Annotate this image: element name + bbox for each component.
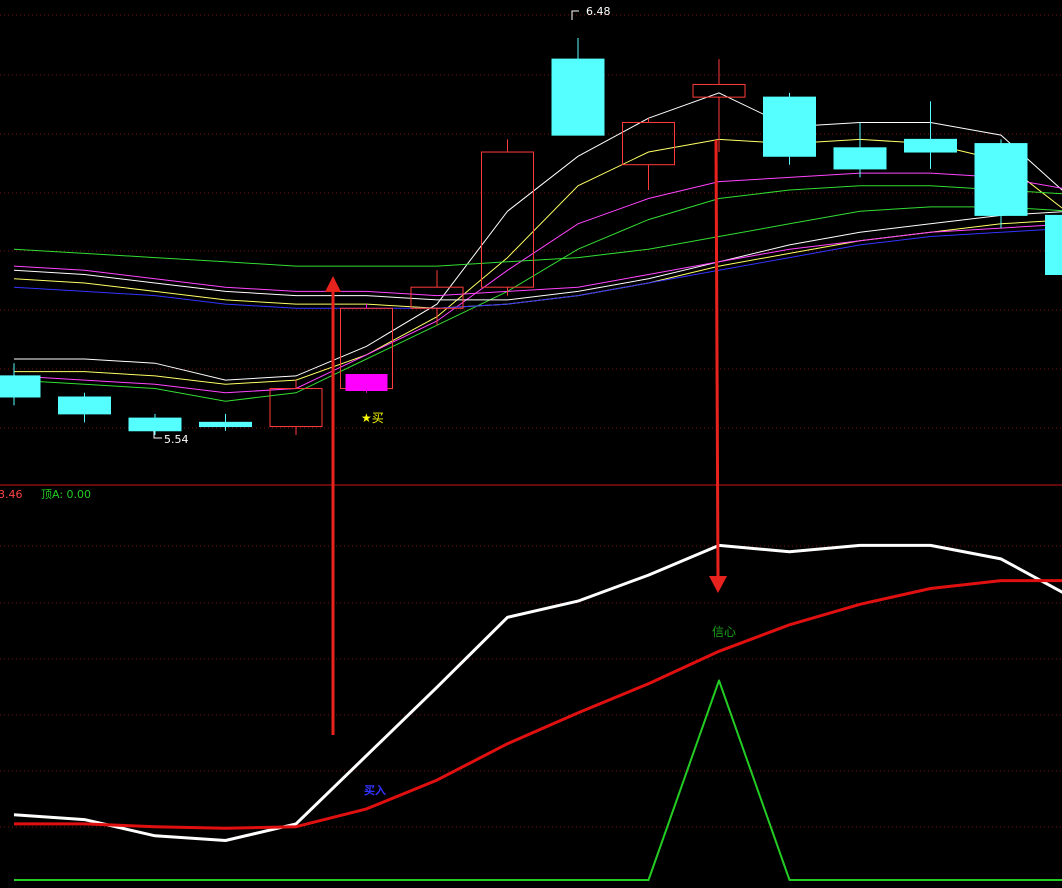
stock-chart: 6.48 5.54 ★买 3.46 顶A: 0.00 信心 买入 [0, 5, 1062, 881]
indicator-panel: 3.46 顶A: 0.00 信心 买入 [0, 488, 1062, 881]
candle-body [904, 138, 957, 153]
pointer-icon [571, 10, 579, 20]
candle-body [1045, 214, 1062, 276]
indicator-lines [13, 543, 1062, 881]
confidence-label: 信心 [712, 625, 736, 639]
candle [269, 380, 323, 435]
annotation-arrows [325, 139, 727, 735]
candle [0, 363, 41, 406]
indicator-line-red [14, 579, 1062, 830]
candle [833, 122, 887, 178]
indicator-line-green [14, 679, 1062, 881]
indicator-line-white [13, 543, 1062, 842]
buy-entry-label: 买入 [364, 784, 386, 797]
moving-average-line [13, 206, 1062, 267]
candle-body [0, 375, 41, 398]
high-price-marker: 6.48 [571, 5, 611, 20]
candle [199, 413, 252, 431]
candle-body [974, 143, 1028, 216]
low-price-label: 5.54 [164, 433, 189, 446]
moving-average-line [13, 219, 1062, 309]
candle-body [833, 147, 887, 170]
candle [551, 38, 605, 136]
low-price-marker: 5.54 [153, 431, 189, 446]
candle-body [410, 286, 464, 309]
candle-body [692, 83, 746, 98]
candle [58, 392, 111, 423]
up-arrow [325, 276, 341, 735]
candle [481, 139, 534, 296]
candle [340, 304, 393, 393]
candle-body [763, 96, 816, 157]
candle-body [481, 151, 534, 288]
candle [904, 101, 957, 169]
candle-body [622, 121, 675, 166]
candle-body [58, 396, 111, 415]
candle [763, 92, 816, 165]
candlesticks [0, 38, 1062, 435]
candle [1045, 214, 1062, 276]
moving-average-line [13, 172, 1062, 394]
candle [974, 139, 1028, 229]
signal-candle-fill [345, 374, 388, 391]
indicator-value-label: 3.46 [0, 488, 23, 501]
down-arrow [709, 139, 727, 593]
candle-body [269, 388, 323, 428]
buy-signal-label: ★买 [361, 411, 384, 425]
candle-body [551, 58, 605, 136]
top-a-label: 顶A: 0.00 [41, 488, 91, 501]
main-price-panel: 6.48 5.54 ★买 [0, 5, 1062, 446]
moving-average-line [14, 92, 1062, 381]
candle [128, 413, 182, 435]
candle-body [199, 421, 252, 428]
moving-average-line [13, 211, 1062, 301]
candle-body [128, 417, 182, 432]
candle [622, 118, 675, 191]
candle [692, 59, 746, 153]
high-price-label: 6.48 [586, 5, 611, 18]
moving-average-line [14, 138, 1062, 385]
